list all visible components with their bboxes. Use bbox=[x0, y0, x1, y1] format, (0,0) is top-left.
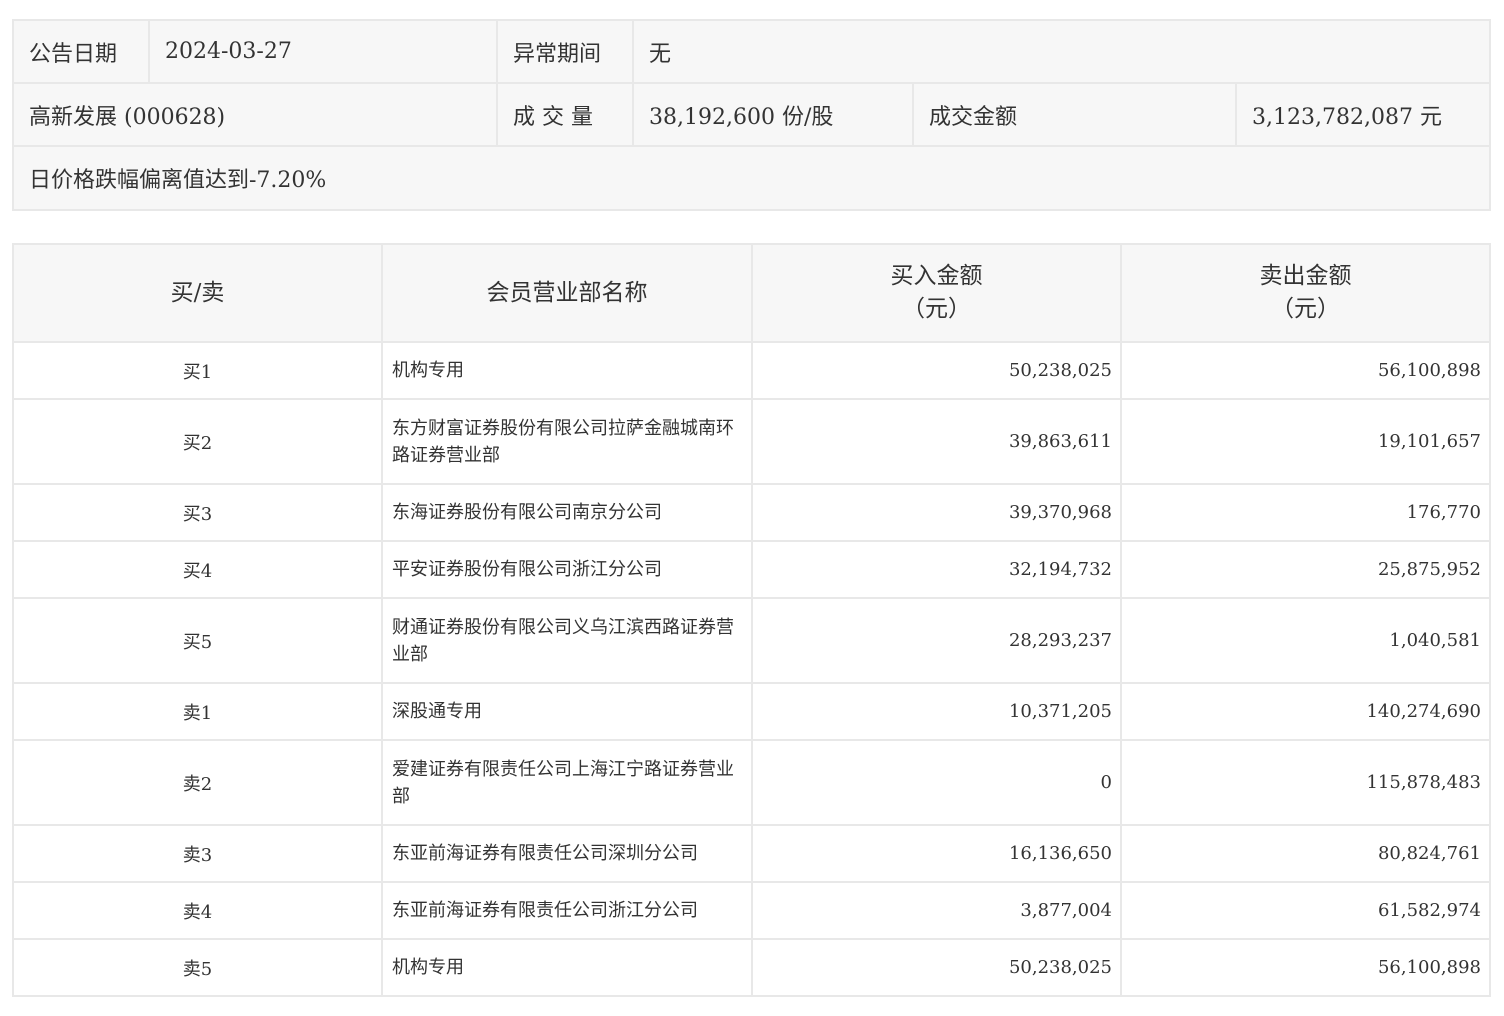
amount-value: 3,123,782,087 元 bbox=[1234, 82, 1492, 147]
header-buy-amount-title: 买入金额 bbox=[890, 263, 983, 289]
announcement-date-value: 2024-03-27 bbox=[148, 19, 498, 84]
volume-label: 成 交 量 bbox=[496, 82, 634, 147]
header-buy-amount-unit: （元） bbox=[902, 296, 971, 322]
header-sell-amount-unit: （元） bbox=[1271, 296, 1340, 322]
sell-amount-cell: 61,582,974 bbox=[1120, 881, 1491, 940]
sell-amount-cell: 80,824,761 bbox=[1120, 824, 1491, 883]
sell-amount-cell: 176,770 bbox=[1120, 483, 1491, 542]
table-row: 买1 机构专用 50,238,025 56,100,898 bbox=[12, 341, 1491, 400]
buy-amount-cell: 39,370,968 bbox=[751, 483, 1122, 542]
sell-amount-cell: 19,101,657 bbox=[1120, 398, 1491, 485]
stock-name-code: 高新发展 (000628) bbox=[12, 82, 498, 147]
side-cell: 买3 bbox=[12, 483, 383, 542]
buy-amount-cell: 50,238,025 bbox=[751, 938, 1122, 997]
side-cell: 卖2 bbox=[12, 739, 383, 826]
announcement-date-label: 公告日期 bbox=[12, 19, 150, 84]
branch-name-cell: 爱建证券有限责任公司上海江宁路证券营业部 bbox=[381, 739, 753, 826]
announcement-info-table: 公告日期 2024-03-27 异常期间 无 高新发展 (000628) 成 交… bbox=[11, 19, 1492, 211]
sell-amount-cell: 25,875,952 bbox=[1120, 540, 1491, 599]
sell-amount-cell: 56,100,898 bbox=[1120, 938, 1491, 997]
sell-amount-cell: 115,878,483 bbox=[1120, 739, 1491, 826]
buy-amount-cell: 39,863,611 bbox=[751, 398, 1122, 485]
sell-amount-cell: 1,040,581 bbox=[1120, 597, 1491, 684]
header-sell-amount-title: 卖出金额 bbox=[1259, 263, 1352, 289]
branch-name-cell: 东方财富证券股份有限公司拉萨金融城南环路证券营业部 bbox=[381, 398, 753, 485]
branch-name-cell: 财通证券股份有限公司义乌江滨西路证券营业部 bbox=[381, 597, 753, 684]
side-cell: 卖3 bbox=[12, 824, 383, 883]
buy-amount-cell: 50,238,025 bbox=[751, 341, 1122, 400]
branch-name-cell: 深股通专用 bbox=[381, 682, 753, 741]
ranking-header-row: 买/卖 会员营业部名称 买入金额 （元） 卖出金额 （元） bbox=[12, 243, 1491, 343]
branch-name-cell: 东海证券股份有限公司南京分公司 bbox=[381, 483, 753, 542]
header-buy-sell: 买/卖 bbox=[12, 243, 383, 343]
header-sell-amount: 卖出金额 （元） bbox=[1120, 243, 1491, 343]
volume-value: 38,192,600 份/股 bbox=[632, 82, 914, 147]
side-cell: 买5 bbox=[12, 597, 383, 684]
table-row: 买5 财通证券股份有限公司义乌江滨西路证券营业部 28,293,237 1,04… bbox=[12, 597, 1491, 684]
info-row-reason: 日价格跌幅偏离值达到-7.20% bbox=[11, 145, 1492, 211]
info-row-date: 公告日期 2024-03-27 异常期间 无 bbox=[12, 19, 1492, 84]
buy-amount-cell: 3,877,004 bbox=[751, 881, 1122, 940]
buy-amount-cell: 32,194,732 bbox=[751, 540, 1122, 599]
side-cell: 买1 bbox=[12, 341, 383, 400]
side-cell: 买2 bbox=[12, 398, 383, 485]
branch-name-cell: 东亚前海证券有限责任公司深圳分公司 bbox=[381, 824, 753, 883]
side-cell: 卖1 bbox=[12, 682, 383, 741]
table-row: 卖2 爱建证券有限责任公司上海江宁路证券营业部 0 115,878,483 bbox=[12, 739, 1491, 826]
table-row: 卖4 东亚前海证券有限责任公司浙江分公司 3,877,004 61,582,97… bbox=[12, 881, 1491, 940]
table-row: 卖3 东亚前海证券有限责任公司深圳分公司 16,136,650 80,824,7… bbox=[12, 824, 1491, 883]
table-row: 卖5 机构专用 50,238,025 56,100,898 bbox=[12, 938, 1491, 997]
table-row: 买3 东海证券股份有限公司南京分公司 39,370,968 176,770 bbox=[12, 483, 1491, 542]
sell-amount-cell: 56,100,898 bbox=[1120, 341, 1491, 400]
sell-amount-cell: 140,274,690 bbox=[1120, 682, 1491, 741]
buy-amount-cell: 28,293,237 bbox=[751, 597, 1122, 684]
buy-amount-cell: 10,371,205 bbox=[751, 682, 1122, 741]
table-row: 买2 东方财富证券股份有限公司拉萨金融城南环路证券营业部 39,863,611 … bbox=[12, 398, 1491, 485]
abnormal-period-value: 无 bbox=[631, 19, 1492, 84]
page: { "info": { "date_label": "公告日期", "date_… bbox=[0, 0, 1504, 1016]
buy-amount-cell: 16,136,650 bbox=[751, 824, 1122, 883]
info-row-trade: 高新发展 (000628) 成 交 量 38,192,600 份/股 成交金额 … bbox=[12, 82, 1492, 147]
abnormal-period-label: 异常期间 bbox=[496, 19, 634, 84]
header-branch-name: 会员营业部名称 bbox=[381, 243, 753, 343]
side-cell: 卖5 bbox=[12, 938, 383, 997]
header-buy-amount: 买入金额 （元） bbox=[751, 243, 1122, 343]
side-cell: 卖4 bbox=[12, 881, 383, 940]
amount-label: 成交金额 bbox=[912, 82, 1237, 147]
branch-name-cell: 平安证券股份有限公司浙江分公司 bbox=[381, 540, 753, 599]
branch-name-cell: 机构专用 bbox=[381, 938, 753, 997]
trading-seat-ranking-table: 买/卖 会员营业部名称 买入金额 （元） 卖出金额 （元） 买1 机构专用 50… bbox=[12, 243, 1491, 997]
branch-name-cell: 机构专用 bbox=[381, 341, 753, 400]
branch-name-cell: 东亚前海证券有限责任公司浙江分公司 bbox=[381, 881, 753, 940]
listing-reason: 日价格跌幅偏离值达到-7.20% bbox=[11, 145, 1492, 211]
table-row: 卖1 深股通专用 10,371,205 140,274,690 bbox=[12, 682, 1491, 741]
side-cell: 买4 bbox=[12, 540, 383, 599]
buy-amount-cell: 0 bbox=[751, 739, 1122, 826]
table-row: 买4 平安证券股份有限公司浙江分公司 32,194,732 25,875,952 bbox=[12, 540, 1491, 599]
